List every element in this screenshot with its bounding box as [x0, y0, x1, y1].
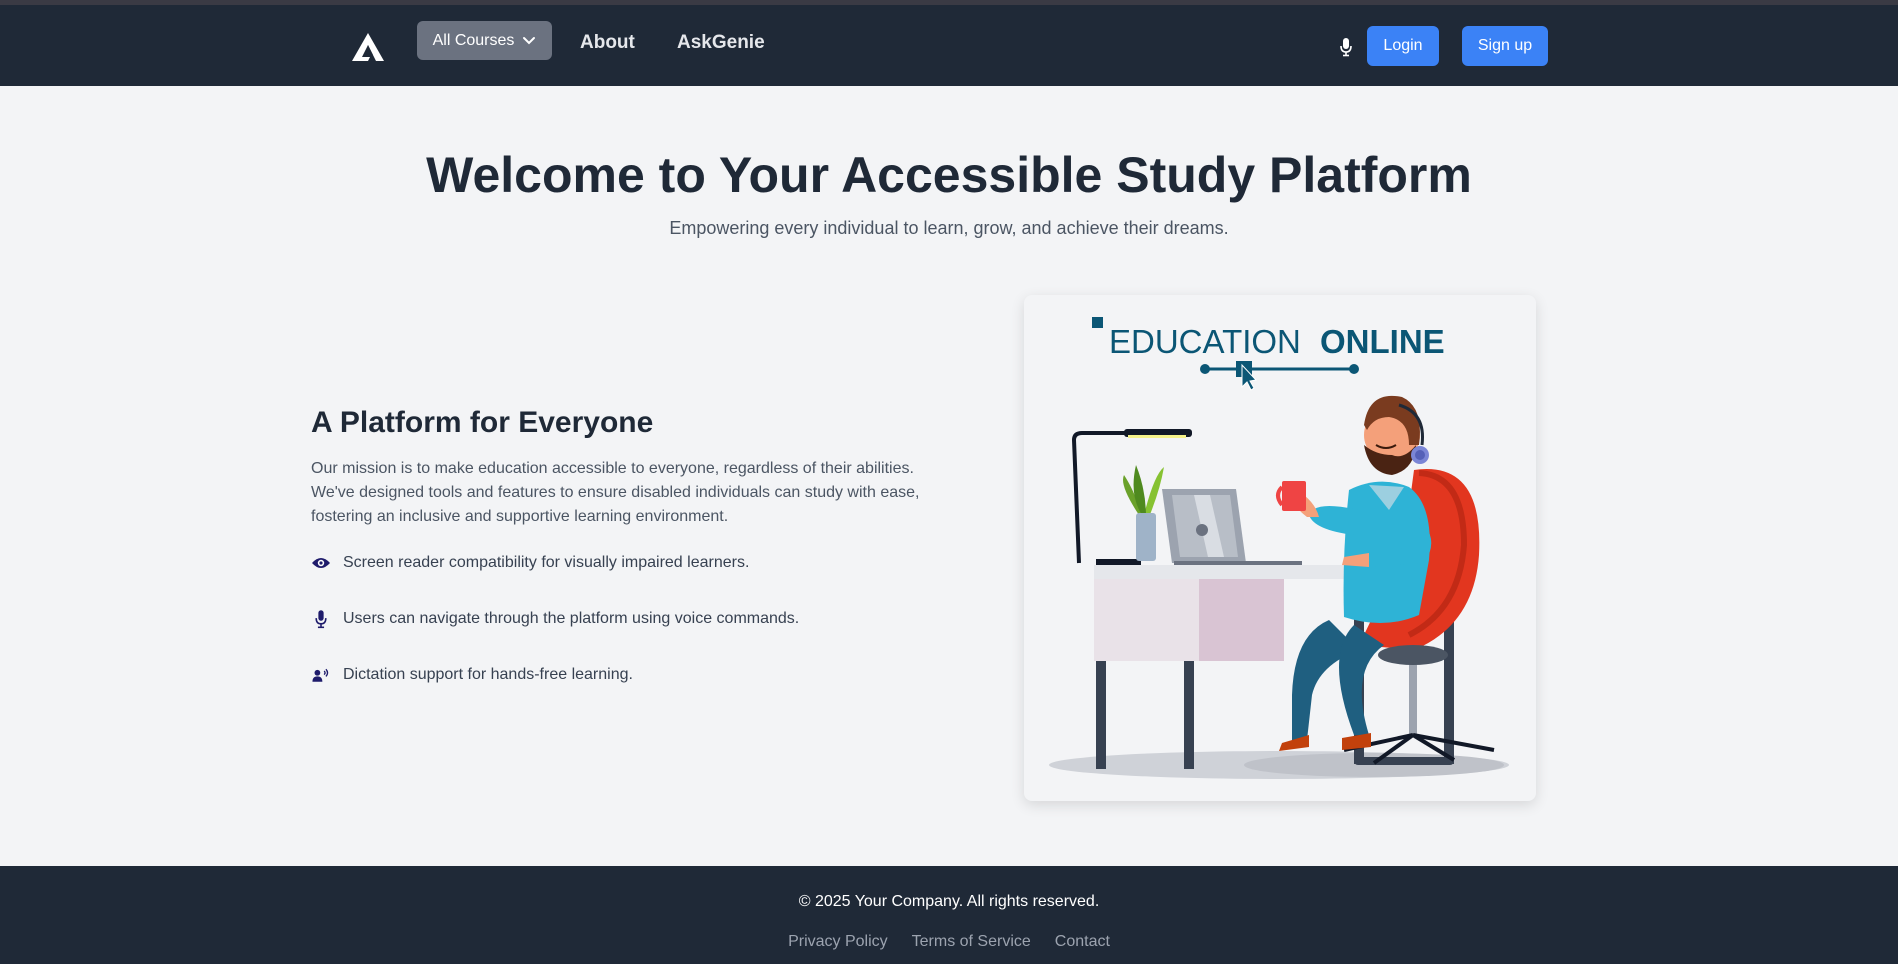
nav-askgenie-link[interactable]: AskGenie	[677, 32, 765, 54]
hero-title: Welcome to Your Accessible Study Platfor…	[426, 147, 1472, 203]
footer-links: Privacy Policy Terms of Service Contact	[0, 933, 1898, 951]
section-paragraph: Our mission is to make education accessi…	[311, 460, 920, 525]
feature-item: Users can navigate through the platform …	[311, 609, 799, 629]
illustration-heading-online: ONLINE	[1320, 323, 1445, 360]
footer-copyright: © 2025 Your Company. All rights reserved…	[798, 893, 1100, 910]
feature-item: Screen reader compatibility for visually…	[311, 553, 749, 573]
logo[interactable]	[350, 31, 386, 63]
footer-link-contact[interactable]: Contact	[1055, 933, 1110, 951]
chevron-down-icon	[523, 36, 536, 44]
section-title: A Platform for Everyone	[311, 406, 654, 439]
feature-text: Dictation support for hands-free learnin…	[343, 666, 633, 683]
dictation-icon	[311, 665, 331, 685]
footer-link-terms-of-service[interactable]: Terms of Service	[912, 933, 1031, 951]
hero-subtitle: Empowering every individual to learn, gr…	[669, 218, 1229, 238]
footer-link-privacy-policy[interactable]: Privacy Policy	[788, 933, 888, 951]
nav-about-link[interactable]: About	[580, 32, 635, 54]
signup-button[interactable]: Sign up	[1462, 26, 1548, 66]
feature-text: Screen reader compatibility for visually…	[343, 554, 750, 571]
feature-item: Dictation support for hands-free learnin…	[311, 665, 633, 685]
voice-command-button[interactable]	[1338, 36, 1354, 58]
logo-mark-icon	[352, 33, 384, 61]
eye-icon	[311, 553, 331, 573]
illustration-heading-education: EDUCATION	[1109, 323, 1301, 360]
login-button[interactable]: Login	[1367, 26, 1439, 66]
all-courses-label: All Courses	[432, 31, 515, 49]
microphone-icon	[311, 609, 331, 629]
footer: © 2025 Your Company. All rights reserved…	[0, 866, 1898, 964]
education-online-illustration: EDUCATION ONLINE	[1024, 295, 1536, 801]
all-courses-dropdown[interactable]: All Courses	[417, 21, 552, 60]
navbar: All Courses About AskGenie Login Sign up	[0, 5, 1898, 86]
feature-text: Users can navigate through the platform …	[343, 610, 800, 627]
microphone-icon	[1340, 38, 1352, 57]
